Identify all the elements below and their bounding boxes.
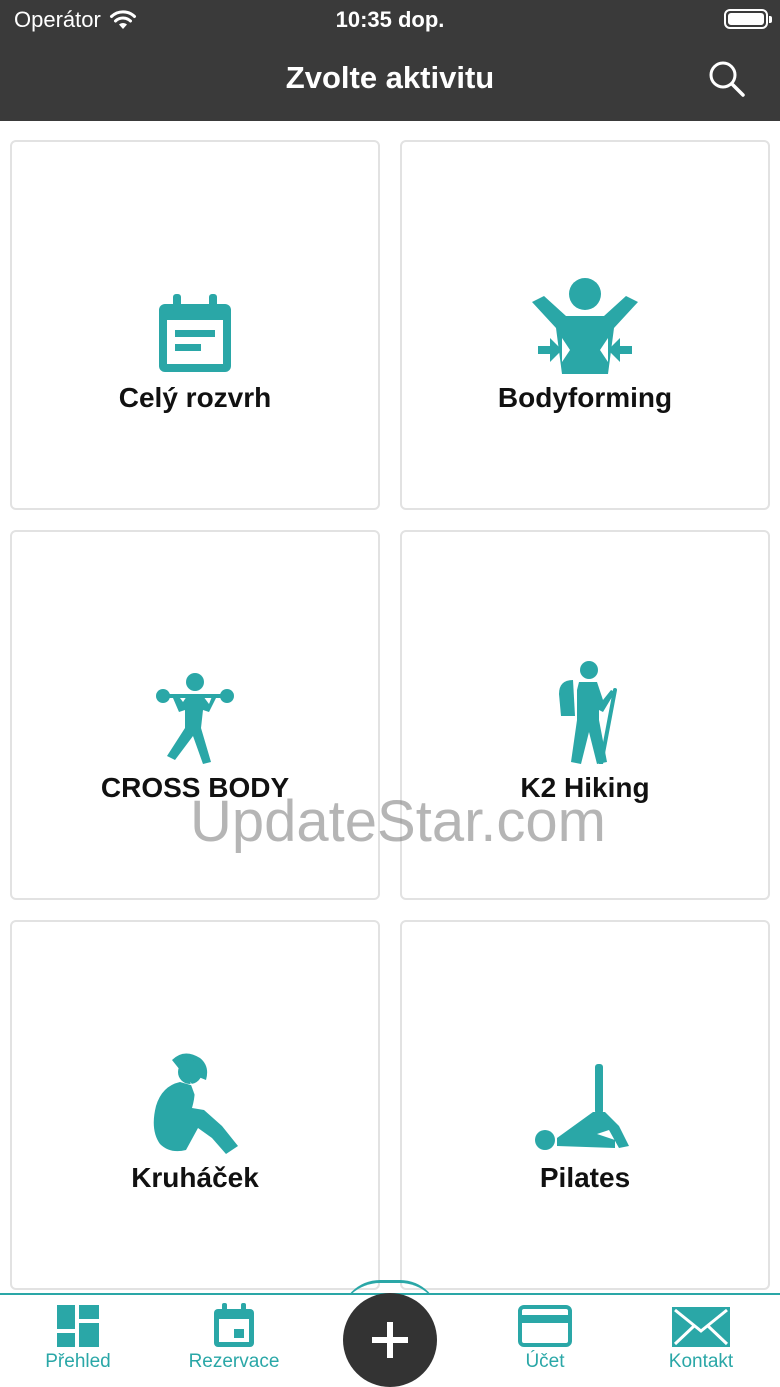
activity-tile-kruhacek[interactable]: Kruháček bbox=[10, 920, 380, 1290]
tab-prehled[interactable]: Přehled bbox=[18, 1295, 138, 1387]
envelope-icon bbox=[672, 1307, 730, 1347]
add-button[interactable] bbox=[343, 1293, 437, 1387]
plus-icon bbox=[372, 1322, 408, 1358]
activity-label: Pilates bbox=[539, 1162, 631, 1193]
battery-icon bbox=[724, 9, 772, 29]
tab-label: Rezervace bbox=[188, 1351, 280, 1372]
activity-tile-cross-body[interactable]: CROSS BODY bbox=[10, 530, 380, 900]
carrier-label: Operátor bbox=[14, 7, 101, 32]
wifi-icon bbox=[109, 10, 136, 29]
tab-label: Přehled bbox=[45, 1351, 111, 1372]
activity-label: CROSS BODY bbox=[100, 772, 290, 803]
tab-kontakt[interactable]: Kontakt bbox=[641, 1295, 761, 1387]
activity-grid: Celý rozvrh Bodyforming CROSS BODY K2 Hi… bbox=[0, 121, 780, 1293]
activity-label: Kruháček bbox=[131, 1162, 259, 1193]
activity-tile-bodyforming[interactable]: Bodyforming bbox=[400, 140, 770, 510]
tab-ucet[interactable]: Účet bbox=[485, 1295, 605, 1387]
activity-tile-k2-hiking[interactable]: K2 Hiking bbox=[400, 530, 770, 900]
nav-bar: Zvolte aktivitu bbox=[0, 40, 780, 121]
tab-label: Účet bbox=[525, 1351, 565, 1372]
hiking-icon bbox=[559, 661, 617, 764]
tab-rezervace[interactable]: Rezervace bbox=[174, 1295, 294, 1387]
search-button[interactable] bbox=[706, 58, 746, 98]
activity-label: Celý rozvrh bbox=[118, 382, 272, 413]
activity-label: Bodyforming bbox=[497, 382, 673, 413]
activity-label: K2 Hiking bbox=[520, 772, 650, 803]
pilates-icon bbox=[535, 1064, 629, 1150]
dashboard-icon bbox=[57, 1305, 99, 1347]
calendar-icon bbox=[214, 1303, 254, 1347]
tab-label: Kontakt bbox=[668, 1351, 734, 1372]
activity-tile-cely-rozvrh[interactable]: Celý rozvrh bbox=[10, 140, 380, 510]
status-bar: Operátor 10:35 dop. bbox=[0, 0, 780, 40]
page-title: Zvolte aktivitu bbox=[285, 60, 495, 95]
card-icon bbox=[518, 1305, 572, 1347]
situp-icon bbox=[153, 1053, 238, 1154]
weightlifting-icon bbox=[156, 673, 234, 764]
status-carrier: Operátor bbox=[14, 7, 137, 33]
activity-tile-pilates[interactable]: Pilates bbox=[400, 920, 770, 1290]
search-icon bbox=[709, 61, 745, 97]
calendar-icon bbox=[159, 294, 231, 372]
bodyforming-icon bbox=[532, 278, 638, 374]
